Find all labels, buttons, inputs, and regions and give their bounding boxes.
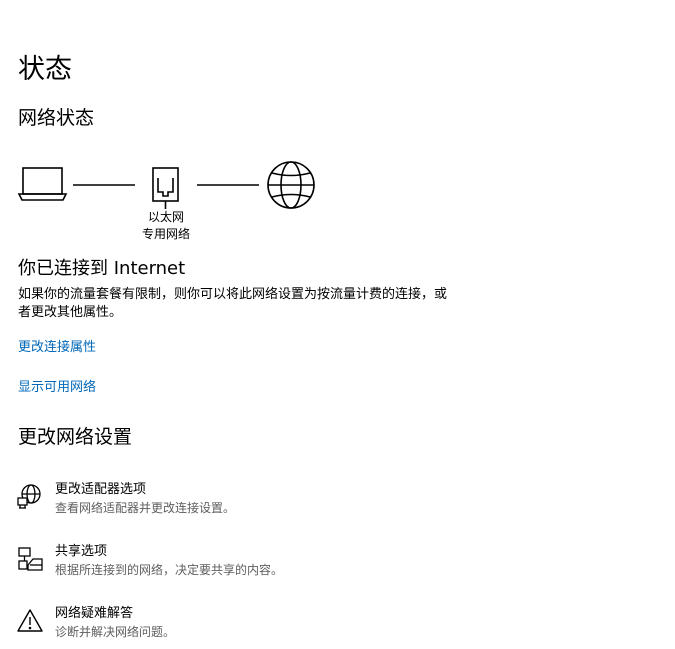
change-network-settings-heading: 更改网络设置 <box>18 426 133 448</box>
laptop-icon <box>17 167 68 201</box>
adapter-globe-icon <box>17 484 41 509</box>
network-diagram: 以太网 专用网络 <box>0 150 675 250</box>
network-status-heading: 网络状态 <box>18 107 95 129</box>
connection-description: 如果你的流量套餐有限制，则你可以将此网络设置为按流量计费的连接，或者更改其他属性… <box>18 287 448 320</box>
network-troubleshooter-item[interactable]: 网络疑难解答 诊断并解决网络问题。 <box>16 605 656 649</box>
connection-status-headline: 你已连接到 Internet <box>18 258 186 279</box>
sharing-icon <box>18 547 43 571</box>
ethernet-icon <box>152 167 179 209</box>
option-title: 更改适配器选项 <box>55 482 147 497</box>
option-title: 网络疑难解答 <box>55 606 134 621</box>
adapter-name-label: 以太网 <box>147 210 184 224</box>
sharing-options-item[interactable]: 共享选项 根据所连接到的网络，决定要共享的内容。 <box>16 543 656 587</box>
network-type-label: 专用网络 <box>141 227 190 241</box>
show-available-networks-link[interactable]: 显示可用网络 <box>18 379 96 397</box>
option-subtitle: 诊断并解决网络问题。 <box>55 625 176 639</box>
option-subtitle: 查看网络适配器并更改连接设置。 <box>55 501 236 515</box>
warning-icon <box>17 609 43 632</box>
option-subtitle: 根据所连接到的网络，决定要共享的内容。 <box>55 563 284 577</box>
internet-globe-icon <box>267 161 315 209</box>
page-title: 状态 <box>18 54 72 85</box>
change-adapter-options-item[interactable]: 更改适配器选项 查看网络适配器并更改连接设置。 <box>16 481 656 525</box>
option-title: 共享选项 <box>55 544 108 559</box>
change-connection-properties-link[interactable]: 更改连接属性 <box>18 339 96 357</box>
